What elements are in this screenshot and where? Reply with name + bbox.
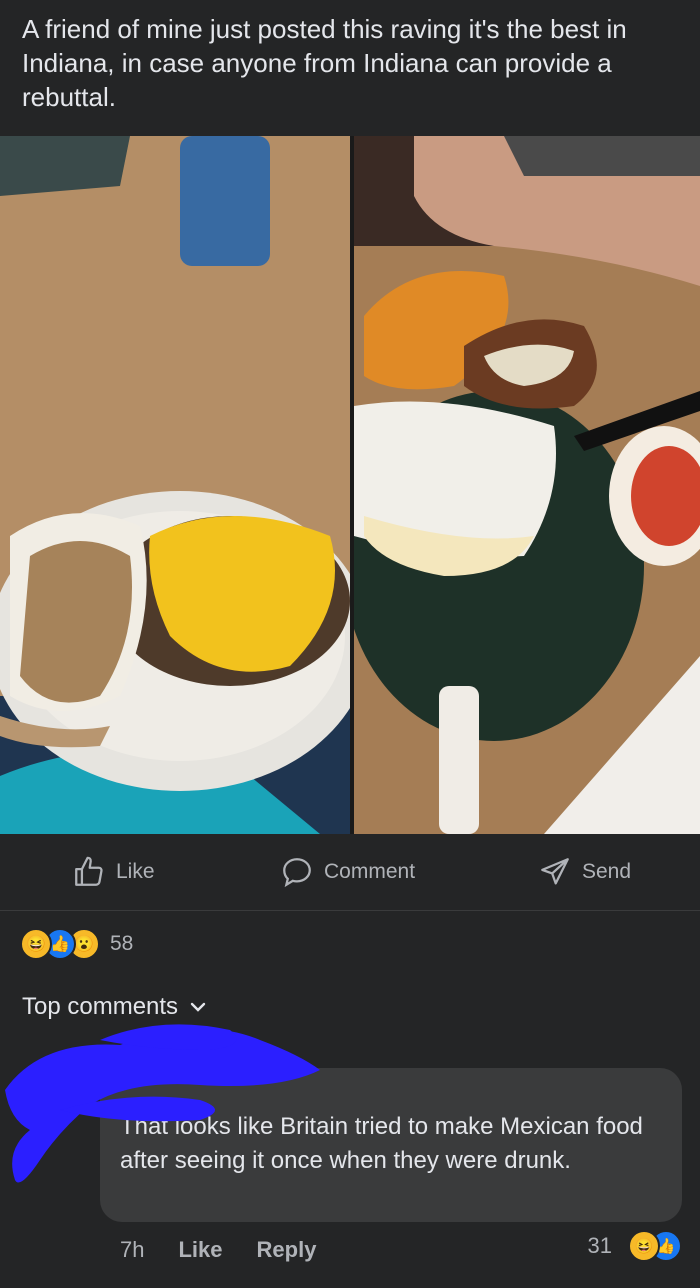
post-text: A friend of mine just posted this raving… (22, 14, 627, 112)
reaction-summary[interactable]: 😆 👍 😮 58 (20, 926, 133, 962)
send-icon (541, 858, 569, 885)
comment-reaction-summary[interactable]: 31 😆 👍 (588, 1230, 682, 1262)
redaction-scribble (5, 1024, 320, 1183)
send-button[interactable]: Send (538, 834, 631, 910)
comment-bubble-icon (283, 858, 311, 888)
comment-meta: 7h Like Reply (120, 1232, 316, 1268)
haha-reaction-icon: 😆 (20, 928, 52, 960)
like-button[interactable]: Like (72, 834, 155, 910)
photo-grid[interactable] (0, 136, 700, 834)
photo-plate-gravy-cheese[interactable] (0, 136, 350, 834)
comment-like-button[interactable]: Like (178, 1237, 222, 1263)
comment-button[interactable]: Comment (280, 834, 415, 910)
comment-label: Comment (324, 860, 416, 883)
like-label: Like (116, 860, 155, 883)
comment-reaction-count: 31 (587, 1233, 612, 1258)
send-label: Send (582, 860, 632, 883)
haha-reaction-icon: 😆 (628, 1230, 660, 1262)
reaction-count: 58 (110, 932, 134, 955)
comment-timestamp: 7h (120, 1237, 145, 1262)
photo-burrito-plate[interactable] (354, 136, 700, 834)
thumbs-up-icon (75, 856, 103, 886)
post-action-bar: Like Comment Send (0, 834, 700, 911)
comment-reply-button[interactable]: Reply (257, 1237, 317, 1263)
